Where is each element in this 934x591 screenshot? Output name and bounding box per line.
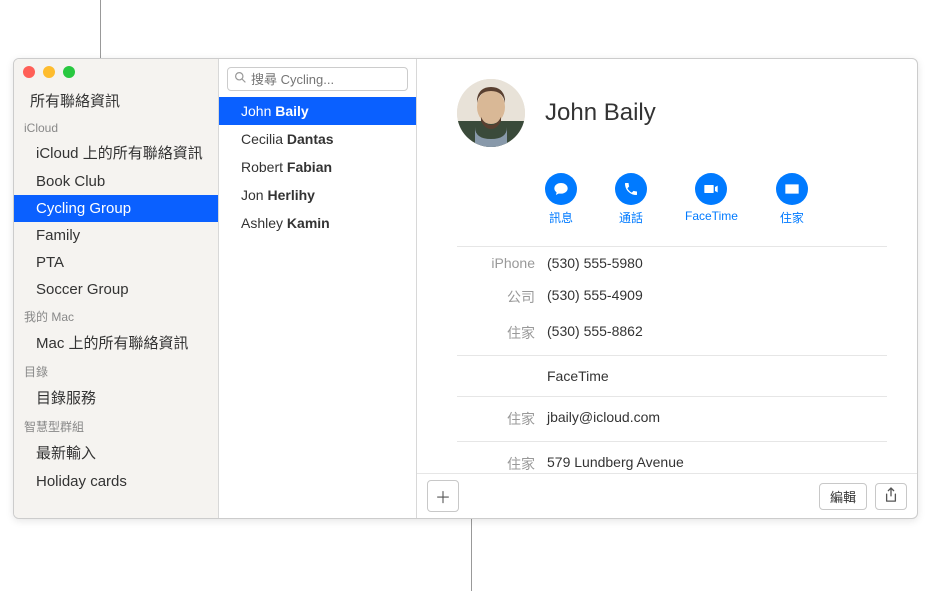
callout-line-bottom [471, 514, 472, 591]
message-icon [545, 173, 577, 205]
contact-first-name: Robert [241, 159, 283, 175]
contact-last-name: Dantas [287, 131, 334, 147]
sidebar-section-header: 我的 Mac [14, 303, 218, 327]
action-label: FaceTime [685, 209, 738, 223]
phone-row[interactable]: iPhone (530) 555-5980 [457, 247, 887, 279]
contact-last-name: Fabian [287, 159, 332, 175]
contact-first-name: Jon [241, 187, 264, 203]
sidebar-section-header: 目錄 [14, 358, 218, 382]
phone-section: iPhone (530) 555-5980 公司 (530) 555-4909 … [457, 246, 887, 473]
contact-list: John Baily Cecilia Dantas Robert Fabian … [219, 97, 416, 518]
search-field[interactable] [227, 67, 408, 91]
field-label: 住家 [457, 409, 547, 429]
video-icon [695, 173, 727, 205]
sidebar-all-contacts[interactable]: 所有聯絡資訊 [14, 85, 218, 116]
avatar[interactable] [457, 79, 525, 147]
contact-row[interactable]: Cecilia Dantas [219, 125, 416, 153]
search-input[interactable] [251, 72, 401, 87]
message-button[interactable]: 訊息 [545, 173, 577, 226]
facetime-button[interactable]: FaceTime [685, 173, 738, 226]
contact-list-column: John Baily Cecilia Dantas Robert Fabian … [219, 59, 417, 518]
envelope-icon [776, 173, 808, 205]
email-button[interactable]: 住家 [776, 173, 808, 226]
call-button[interactable]: 通話 [615, 173, 647, 226]
sidebar-group-recent[interactable]: 最新輸入 [14, 437, 218, 468]
close-window-button[interactable] [23, 66, 35, 78]
sidebar-section-header: 智慧型群組 [14, 413, 218, 437]
sidebar-group-mac-all[interactable]: Mac 上的所有聯絡資訊 [14, 327, 218, 358]
sidebar-group-family[interactable]: Family [14, 222, 218, 249]
sidebar-group-cycling[interactable]: Cycling Group [14, 195, 218, 222]
contacts-window: 所有聯絡資訊 iCloud iCloud 上的所有聯絡資訊 Book Club … [13, 58, 918, 519]
phone-icon [615, 173, 647, 205]
action-row: 訊息 通話 FaceTime [545, 173, 887, 226]
sidebar-group-pta[interactable]: PTA [14, 249, 218, 276]
share-icon [884, 487, 898, 506]
callout-line-top [100, 0, 101, 58]
address-row[interactable]: 住家 579 Lundberg Avenue Placerville CA 95… [457, 446, 887, 473]
contact-row[interactable]: Jon Herlihy [219, 181, 416, 209]
contact-last-name: Herlihy [267, 187, 314, 203]
field-value: (530) 555-8862 [547, 323, 887, 339]
window-controls [23, 66, 75, 78]
field-label: 公司 [457, 287, 547, 307]
sidebar-group-holiday[interactable]: Holiday cards [14, 468, 218, 495]
plus-icon: ＋ [435, 484, 451, 508]
contact-first-name: Ashley [241, 215, 283, 231]
contact-row[interactable]: Ashley Kamin [219, 209, 416, 237]
address-line1: 579 Lundberg Avenue [547, 454, 887, 470]
field-label: 住家 [457, 454, 547, 473]
contact-first-name: Cecilia [241, 131, 283, 147]
groups-sidebar: 所有聯絡資訊 iCloud iCloud 上的所有聯絡資訊 Book Club … [14, 59, 219, 518]
share-button[interactable] [875, 483, 907, 510]
action-label: 通話 [619, 209, 643, 226]
zoom-window-button[interactable] [63, 66, 75, 78]
contact-card: John Baily 訊息 通話 [417, 59, 917, 518]
contact-last-name: Kamin [287, 215, 330, 231]
action-label: 住家 [780, 209, 804, 226]
action-label: 訊息 [549, 209, 573, 226]
minimize-window-button[interactable] [43, 66, 55, 78]
contact-row[interactable]: Robert Fabian [219, 153, 416, 181]
field-value: 579 Lundberg Avenue Placerville CA 95667 [547, 454, 887, 473]
sidebar-group-directory[interactable]: 目錄服務 [14, 382, 218, 413]
phone-row[interactable]: 公司 (530) 555-4909 [457, 279, 887, 315]
field-label: 住家 [457, 323, 547, 343]
edit-button[interactable]: 編輯 [819, 483, 867, 510]
contact-last-name: Baily [275, 103, 308, 119]
field-value: (530) 555-5980 [547, 255, 887, 271]
facetime-row[interactable]: FaceTime [457, 360, 887, 392]
field-label: iPhone [457, 255, 547, 271]
sidebar-section-header: iCloud [14, 116, 218, 137]
sidebar-group-icloud-all[interactable]: iCloud 上的所有聯絡資訊 [14, 137, 218, 168]
contact-first-name: John [241, 103, 271, 119]
contact-name-heading: John Baily [545, 99, 656, 127]
contact-row[interactable]: John Baily [219, 97, 416, 125]
email-row[interactable]: 住家 jbaily@icloud.com [457, 401, 887, 437]
search-icon [234, 71, 247, 87]
sidebar-group-book-club[interactable]: Book Club [14, 168, 218, 195]
card-footer: ＋ 編輯 [417, 473, 917, 518]
sidebar-group-soccer[interactable]: Soccer Group [14, 276, 218, 303]
field-value: FaceTime [547, 368, 887, 384]
field-value: jbaily@icloud.com [547, 409, 887, 425]
phone-row[interactable]: 住家 (530) 555-8862 [457, 315, 887, 351]
field-value: (530) 555-4909 [547, 287, 887, 303]
add-button[interactable]: ＋ [427, 480, 459, 512]
